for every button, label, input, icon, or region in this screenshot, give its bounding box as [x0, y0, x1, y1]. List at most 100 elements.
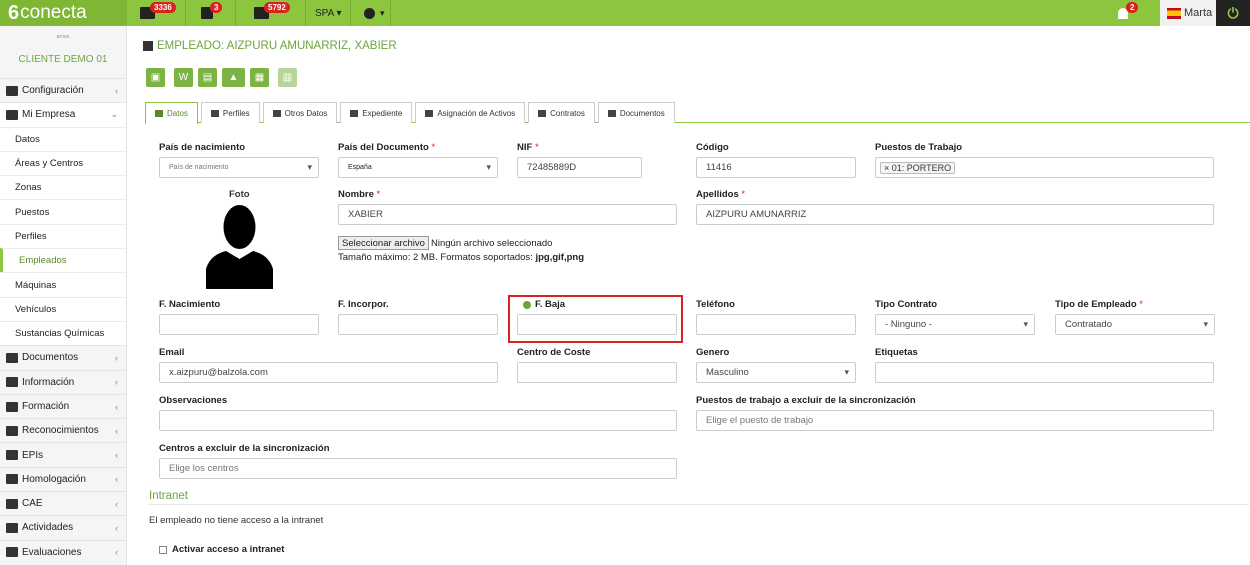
- language-dropdown[interactable]: SPA ▾: [315, 0, 342, 26]
- sidebar-item-mi-empresa[interactable]: Mi Empresa ⌄: [0, 102, 126, 127]
- sidebar-item-formacion[interactable]: Formación ‹: [0, 393, 126, 419]
- tipo-empleado-select[interactable]: Contratado: [1055, 314, 1215, 335]
- user-avatar-icon: [1167, 7, 1181, 19]
- nif-input[interactable]: 72485889D: [517, 157, 642, 178]
- sidebar-subitem-datos[interactable]: Datos: [0, 126, 126, 151]
- sidebar-item-actividades[interactable]: Actividades ‹: [0, 515, 126, 540]
- sidebar-subitem-vehiculos[interactable]: Vehículos: [0, 296, 126, 321]
- export-pdf-button[interactable]: ▤: [198, 68, 217, 87]
- headphones-icon: [6, 450, 18, 461]
- tab-expediente[interactable]: Expediente: [340, 102, 413, 123]
- f-baja-label: F. Baja: [523, 299, 565, 310]
- tab-contratos[interactable]: Contratos: [528, 102, 595, 123]
- centros-excluir-select[interactable]: Elige los centros: [159, 458, 677, 479]
- app-logo[interactable]: 6 conecta: [0, 0, 127, 26]
- page-title: EMPLEADO: AIZPURU AMUNARRIZ, XABIER: [143, 40, 397, 52]
- tab-perfiles[interactable]: Perfiles: [200, 102, 260, 123]
- save-button[interactable]: ▣: [146, 68, 165, 87]
- etiquetas-input[interactable]: [875, 362, 1214, 383]
- sidebar-item-epis[interactable]: EPIs ‹: [0, 442, 126, 467]
- f-nacimiento-input[interactable]: [159, 314, 319, 335]
- divider: [305, 0, 306, 26]
- sidebar-item-reconocimientos[interactable]: Reconocimientos ‹: [0, 418, 126, 443]
- calendar-badge: 3: [210, 2, 223, 13]
- f-baja-input[interactable]: [517, 314, 677, 335]
- sidebar-subitem-sustancias[interactable]: Sustancias Químicas: [0, 320, 126, 346]
- tasks-menu[interactable]: 5792: [254, 0, 290, 26]
- sidebar-item-evaluaciones[interactable]: Evaluaciones ‹: [0, 539, 126, 564]
- tipo-contrato-label: Tipo Contrato: [875, 299, 938, 310]
- ribbon-icon: [6, 474, 18, 485]
- centro-coste-input[interactable]: [517, 362, 677, 383]
- sidebar-subitem-zonas[interactable]: Zonas: [0, 175, 126, 200]
- divider: [185, 0, 186, 26]
- list-icon: [272, 109, 281, 117]
- divider: [149, 504, 1249, 505]
- close-icon: [6, 547, 18, 558]
- help-dropdown[interactable]: ▾: [364, 0, 385, 26]
- puestos-trabajo-select[interactable]: × 01: PORTERO: [875, 157, 1214, 178]
- mail-badge: 3336: [150, 2, 176, 13]
- user-menu[interactable]: Marta: [1160, 0, 1216, 26]
- training-button[interactable]: ▲: [222, 68, 245, 87]
- observaciones-label: Observaciones: [159, 395, 228, 406]
- mail-menu[interactable]: 3336: [140, 0, 176, 26]
- nif-label: NIF *: [517, 142, 539, 153]
- sidebar-item-informacion[interactable]: Información ‹: [0, 369, 126, 394]
- puestos-trabajo-label: Puestos de Trabajo: [875, 142, 963, 153]
- export-word-button[interactable]: W: [174, 68, 193, 87]
- sidebar-subitem-perfiles[interactable]: Perfiles: [0, 223, 126, 249]
- sidebar-subitem-empleados[interactable]: Empleados: [0, 248, 126, 273]
- sidebar-subitem-areas[interactable]: Áreas y Centros: [0, 150, 126, 176]
- activar-intranet-row[interactable]: Activar acceso a intranet: [159, 544, 284, 555]
- telefono-input[interactable]: [696, 314, 856, 335]
- activar-intranet-checkbox[interactable]: [159, 545, 167, 554]
- puestos-excluir-label: Puestos de trabajo a excluir de la sincr…: [696, 395, 916, 406]
- codigo-input[interactable]: 11416: [696, 157, 856, 178]
- f-incorpor-input[interactable]: [338, 314, 498, 335]
- sidebar-subitem-maquinas[interactable]: Máquinas: [0, 272, 126, 297]
- graduation-cap-icon: ▲: [228, 72, 239, 83]
- logout-button[interactable]: ⏻: [1216, 0, 1250, 26]
- intranet-section-title: Intranet: [149, 490, 188, 502]
- graduation-cap-icon: [6, 401, 18, 412]
- codigo-label: Código: [696, 142, 729, 153]
- chevron-left-icon: ‹: [115, 498, 118, 509]
- puestos-excluir-select[interactable]: Elige el puesto de trabajo: [696, 410, 1214, 431]
- select-file-button[interactable]: Seleccionar archivo: [338, 236, 429, 250]
- nombre-input[interactable]: XABIER: [338, 204, 677, 225]
- building-icon: [143, 41, 153, 51]
- tab-bar: Datos Perfiles Otros Datos Expediente As…: [145, 102, 1250, 124]
- chevron-left-icon: ‹: [115, 425, 118, 436]
- puesto-tag[interactable]: × 01: PORTERO: [880, 161, 956, 174]
- tab-asignacion-activos[interactable]: Asignación de Activos: [415, 102, 526, 123]
- file-status: Ningún archivo seleccionado: [431, 238, 553, 249]
- email-input[interactable]: x.aizpuru@balzola.com: [159, 362, 498, 383]
- delete-button[interactable]: ▥: [278, 68, 297, 87]
- sidebar-item-documentos[interactable]: Documentos ‹: [0, 345, 126, 370]
- observaciones-input[interactable]: [159, 410, 677, 431]
- help-icon: [364, 7, 375, 19]
- pais-documento-select[interactable]: España: [338, 157, 498, 178]
- sidebar-item-configuracion[interactable]: Configuración ‹: [0, 78, 126, 103]
- tab-datos[interactable]: Datos: [145, 102, 198, 124]
- sidebar-item-homologacion[interactable]: Homologación ‹: [0, 466, 126, 492]
- sidebar: arrian CLIENTE DEMO 01 Configuración ‹ Mi…: [0, 26, 127, 565]
- genero-select[interactable]: Masculino: [696, 362, 856, 383]
- qr-button[interactable]: ▦: [250, 68, 269, 87]
- tipo-empleado-label: Tipo de Empleado *: [1055, 299, 1143, 310]
- notifications-menu[interactable]: 2: [1118, 0, 1139, 26]
- chevron-left-icon: ‹: [115, 377, 118, 388]
- client-name: CLIENTE DEMO 01: [18, 54, 108, 65]
- sidebar-subitem-puestos[interactable]: Puestos: [0, 199, 126, 224]
- pais-nacimiento-select[interactable]: País de nacimiento: [159, 157, 319, 178]
- centros-excluir-label: Centros a excluir de la sincronización: [159, 443, 330, 454]
- word-icon: W: [178, 72, 189, 83]
- calendar-menu[interactable]: 3: [201, 0, 223, 26]
- tab-otros-datos[interactable]: Otros Datos: [262, 102, 338, 123]
- company-logo: arrian: [56, 34, 70, 40]
- tab-documentos[interactable]: Documentos: [597, 102, 675, 123]
- sidebar-item-cae[interactable]: CAE ‹: [0, 491, 126, 516]
- apellidos-input[interactable]: AIZPURU AMUNARRIZ: [696, 204, 1214, 225]
- tipo-contrato-select[interactable]: - Ninguno -: [875, 314, 1035, 335]
